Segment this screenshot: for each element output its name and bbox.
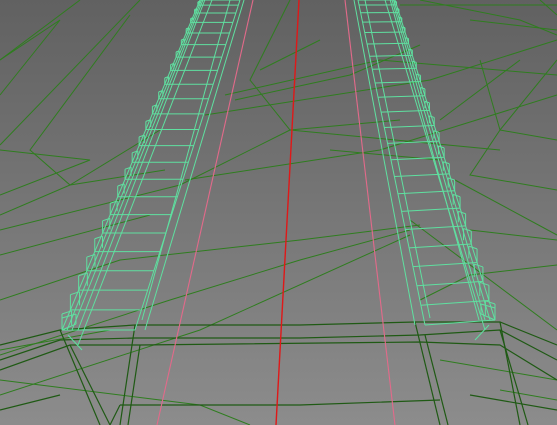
railing-left-member [197,0,200,3]
railing-right-member [364,31,406,34]
railing-right-member [396,7,400,10]
3d-wireframe-viewport[interactable] [0,0,557,425]
railing-left-member [194,8,197,10]
railing-right-member [394,0,397,3]
railing-right-member [367,42,409,45]
viewport-background [0,0,557,425]
wireframe-scene[interactable] [0,0,557,425]
